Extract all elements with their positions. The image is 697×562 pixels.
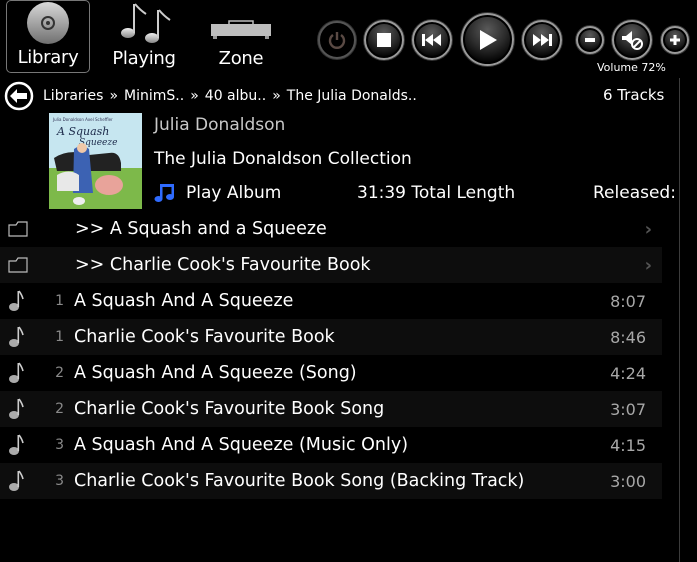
music-note-icon	[8, 283, 24, 319]
track-row[interactable]: 3 A Squash And A Squeeze (Music Only) 4:…	[0, 427, 662, 463]
play-icon	[479, 29, 497, 50]
hifi-device-icon	[211, 20, 271, 39]
breadcrumb-item[interactable]: The Julia Donalds..	[287, 88, 417, 104]
svg-text:A Squash: A Squash	[56, 125, 109, 138]
track-number: 2	[55, 401, 64, 417]
track-title: Charlie Cook's Favourite Book	[74, 327, 335, 347]
breadcrumb: Libraries » MinimS.. » 40 albu.. » The Julia D…	[43, 88, 417, 104]
music-note-icon	[8, 463, 24, 499]
svg-text:Julia Donaldson Axel Scheffl: Julia Donaldson Axel Scheffler	[52, 117, 113, 122]
play-button[interactable]	[461, 13, 514, 66]
track-number: 2	[55, 365, 64, 381]
stop-icon	[377, 33, 391, 47]
track-number: 3	[55, 437, 64, 453]
music-note-icon	[8, 355, 24, 391]
breadcrumb-separator: »	[272, 88, 281, 104]
volume-label: Volume 72%	[597, 61, 666, 74]
track-number: 3	[55, 473, 64, 489]
nav-zone-label: Zone	[218, 48, 264, 69]
cd-disc-icon	[27, 2, 69, 44]
track-row[interactable]: 3 Charlie Cook's Favourite Book Song (Ba…	[0, 463, 662, 499]
track-duration: 3:07	[610, 399, 646, 419]
total-length: 31:39 Total Length	[357, 183, 516, 203]
breadcrumb-item[interactable]: 40 albu..	[205, 88, 266, 104]
track-title: A Squash And A Squeeze	[74, 291, 294, 311]
track-duration: 8:46	[610, 327, 646, 347]
track-row[interactable]: 2 Charlie Cook's Favourite Book Song 3:0…	[0, 391, 662, 427]
music-notes-icon	[121, 3, 171, 43]
volume-down-icon	[585, 38, 595, 42]
power-icon	[328, 32, 346, 49]
nav-zone[interactable]: Zone	[200, 0, 282, 73]
track-duration: 4:24	[610, 363, 646, 383]
album-artist[interactable]: Julia Donaldson	[154, 115, 285, 135]
music-note-icon	[154, 184, 174, 202]
volume-down-button[interactable]	[576, 26, 604, 54]
scrollbar-track[interactable]	[679, 78, 680, 562]
track-row[interactable]: 1 Charlie Cook's Favourite Book 8:46	[0, 319, 662, 355]
track-title: Charlie Cook's Favourite Book Song	[74, 399, 385, 419]
play-album-button[interactable]: Play Album	[154, 183, 281, 203]
track-duration: 3:00	[610, 471, 646, 491]
chevron-right-icon: ›	[644, 254, 652, 276]
folder-icon	[8, 247, 28, 283]
nav-library[interactable]: Library	[6, 0, 90, 73]
breadcrumb-item[interactable]: Libraries	[43, 88, 103, 104]
track-row[interactable]: 2 A Squash And A Squeeze (Song) 4:24	[0, 355, 662, 391]
mute-icon	[622, 31, 643, 50]
previous-button[interactable]	[412, 20, 452, 60]
skip-previous-icon	[422, 34, 441, 46]
music-note-icon	[8, 319, 24, 355]
folder-label: >> Charlie Cook's Favourite Book	[75, 255, 371, 275]
breadcrumb-separator: »	[109, 88, 119, 104]
track-row[interactable]: 1 A Squash And A Squeeze 8:07	[0, 283, 662, 319]
track-number: 1	[55, 329, 64, 345]
mute-button[interactable]	[612, 20, 652, 60]
track-title: A Squash And A Squeeze (Song)	[74, 363, 357, 383]
play-album-label: Play Album	[186, 183, 282, 203]
nav-library-label: Library	[17, 47, 79, 68]
track-number: 1	[55, 293, 64, 309]
track-title: A Squash And A Squeeze (Music Only)	[74, 435, 409, 455]
folder-row[interactable]: >> A Squash and a Squeeze ›	[0, 211, 662, 247]
chevron-right-icon: ›	[644, 218, 652, 240]
music-note-icon	[8, 391, 24, 427]
album-title: The Julia Donaldson Collection	[154, 149, 412, 169]
breadcrumb-item[interactable]: MinimS..	[124, 88, 184, 104]
nav-playing[interactable]: Playing	[100, 0, 188, 73]
back-button[interactable]	[4, 81, 34, 111]
volume-up-icon	[670, 35, 680, 45]
track-title: Charlie Cook's Favourite Book Song (Back…	[74, 471, 525, 491]
track-duration: 4:15	[610, 435, 646, 455]
folder-label: >> A Squash and a Squeeze	[75, 219, 327, 239]
folder-icon	[8, 211, 28, 247]
stop-button[interactable]	[364, 20, 404, 60]
breadcrumb-separator: »	[190, 88, 199, 104]
music-note-icon	[8, 427, 24, 463]
nav-playing-label: Playing	[112, 48, 176, 69]
track-duration: 8:07	[610, 291, 646, 311]
next-button[interactable]	[522, 20, 562, 60]
track-count: 6 Tracks	[603, 86, 665, 104]
back-arrow-icon	[4, 81, 34, 111]
skip-next-icon	[533, 34, 552, 46]
power-button[interactable]	[318, 21, 356, 59]
album-art: Julia Donaldson Axel Scheffler A Squash …	[49, 113, 142, 209]
released-label: Released:	[593, 183, 676, 203]
folder-row[interactable]: >> Charlie Cook's Favourite Book ›	[0, 247, 662, 283]
volume-up-button[interactable]	[661, 26, 689, 54]
